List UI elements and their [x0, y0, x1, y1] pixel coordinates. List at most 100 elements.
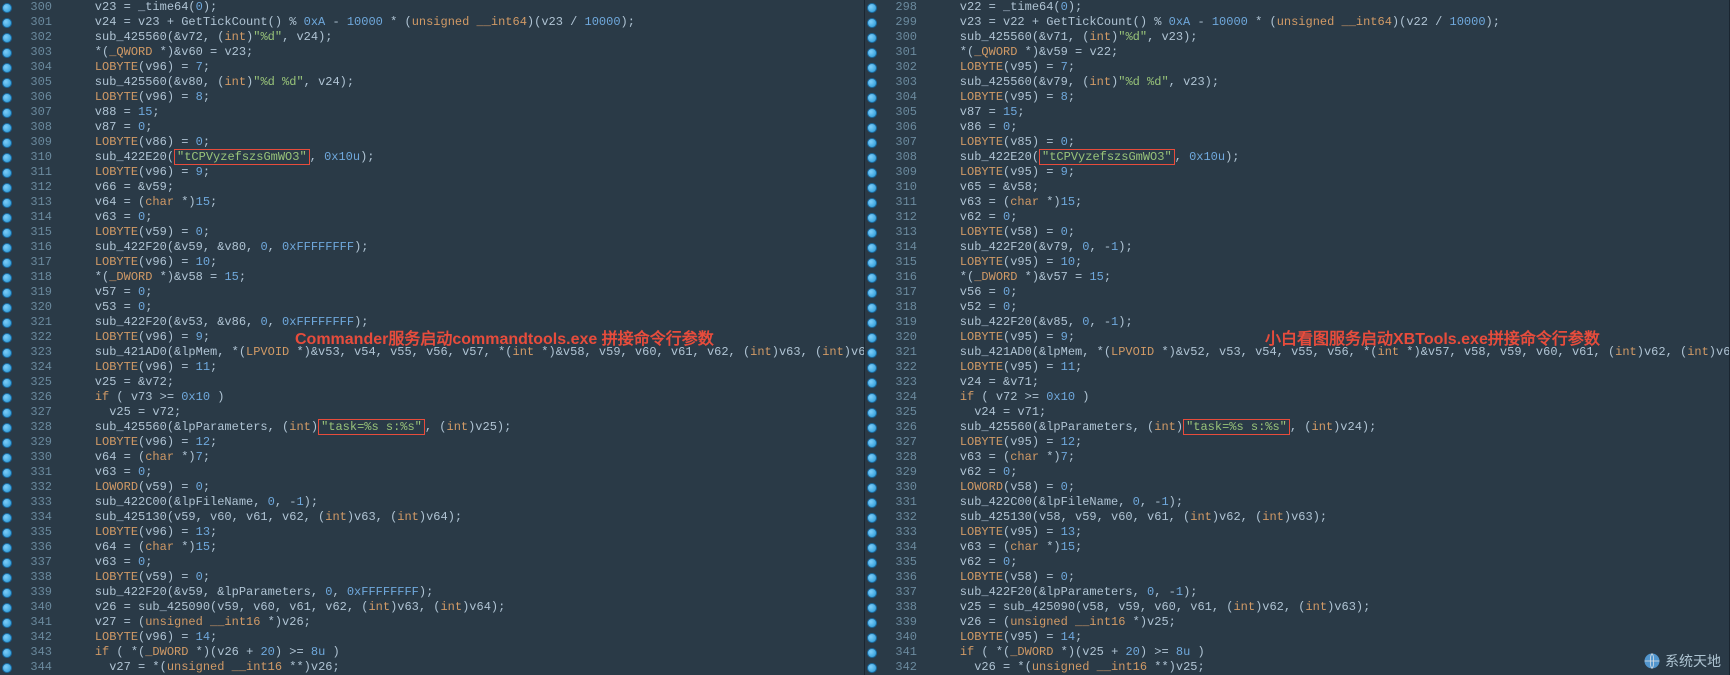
- breakpoint-icon[interactable]: [0, 586, 14, 600]
- code-text[interactable]: if ( v73 >= 0x10 ): [58, 390, 864, 405]
- code-text[interactable]: LOBYTE(v95) = 11;: [923, 360, 1729, 375]
- code-text[interactable]: sub_422F20(&lpParameters, 0, -1);: [923, 585, 1729, 600]
- breakpoint-icon[interactable]: [0, 496, 14, 510]
- breakpoint-icon[interactable]: [865, 316, 879, 330]
- breakpoint-icon[interactable]: [0, 436, 14, 450]
- code-text[interactable]: if ( v72 >= 0x10 ): [923, 390, 1729, 405]
- breakpoint-icon[interactable]: [865, 46, 879, 60]
- code-text[interactable]: LOBYTE(v95) = 9;: [923, 330, 1729, 345]
- code-line[interactable]: 310 sub_422E20("tCPVyzefszsGmWO3", 0x10u…: [0, 150, 864, 165]
- code-text[interactable]: v24 = v71;: [923, 405, 1729, 420]
- breakpoint-icon[interactable]: [0, 451, 14, 465]
- code-line[interactable]: 307 v88 = 15;: [0, 105, 864, 120]
- breakpoint-icon[interactable]: [865, 646, 879, 660]
- code-text[interactable]: *(_QWORD *)&v59 = v22;: [923, 45, 1729, 60]
- code-text[interactable]: v26 = sub_425090(v59, v60, v61, v62, (in…: [58, 600, 864, 615]
- code-line[interactable]: 318 *(_DWORD *)&v58 = 15;: [0, 270, 864, 285]
- breakpoint-icon[interactable]: [865, 601, 879, 615]
- breakpoint-icon[interactable]: [0, 31, 14, 45]
- code-text[interactable]: sub_425560(&v80, (int)"%d %d", v24);: [58, 75, 864, 90]
- code-line[interactable]: 334 sub_425130(v59, v60, v61, v62, (int)…: [0, 510, 864, 525]
- code-text[interactable]: sub_425130(v58, v59, v60, v61, (int)v62,…: [923, 510, 1729, 525]
- code-text[interactable]: LOBYTE(v95) = 8;: [923, 90, 1729, 105]
- code-text[interactable]: v63 = (char *)15;: [923, 195, 1729, 210]
- code-text[interactable]: LOBYTE(v59) = 0;: [58, 225, 864, 240]
- breakpoint-icon[interactable]: [865, 586, 879, 600]
- breakpoint-icon[interactable]: [865, 361, 879, 375]
- code-line[interactable]: 300 v23 = _time64(0);: [0, 0, 864, 15]
- code-line[interactable]: 312 v62 = 0;: [865, 210, 1729, 225]
- breakpoint-icon[interactable]: [865, 1, 879, 15]
- breakpoint-icon[interactable]: [0, 301, 14, 315]
- code-line[interactable]: 336 LOBYTE(v58) = 0;: [865, 570, 1729, 585]
- right-code-pane[interactable]: 298 v22 = _time64(0);299 v23 = v22 + Get…: [865, 0, 1730, 675]
- code-text[interactable]: v24 = v23 + GetTickCount() % 0xA - 10000…: [58, 15, 864, 30]
- code-line[interactable]: 329 v62 = 0;: [865, 465, 1729, 480]
- code-line[interactable]: 322 LOBYTE(v96) = 9;: [0, 330, 864, 345]
- breakpoint-icon[interactable]: [0, 346, 14, 360]
- code-text[interactable]: LOBYTE(v95) = 7;: [923, 60, 1729, 75]
- code-line[interactable]: 327 LOBYTE(v95) = 12;: [865, 435, 1729, 450]
- code-line[interactable]: 313 v64 = (char *)15;: [0, 195, 864, 210]
- breakpoint-icon[interactable]: [0, 316, 14, 330]
- breakpoint-icon[interactable]: [0, 241, 14, 255]
- code-text[interactable]: sub_422E20("tCPVyzefszsGmWO3", 0x10u);: [923, 150, 1729, 165]
- code-line[interactable]: 302 LOBYTE(v95) = 7;: [865, 60, 1729, 75]
- breakpoint-icon[interactable]: [0, 511, 14, 525]
- code-text[interactable]: sub_422E20("tCPVyzefszsGmWO3", 0x10u);: [58, 150, 864, 165]
- code-line[interactable]: 313 LOBYTE(v58) = 0;: [865, 225, 1729, 240]
- code-text[interactable]: sub_422F20(&v59, &v80, 0, 0xFFFFFFFF);: [58, 240, 864, 255]
- breakpoint-icon[interactable]: [0, 571, 14, 585]
- code-line[interactable]: 303 sub_425560(&v79, (int)"%d %d", v23);: [865, 75, 1729, 90]
- code-line[interactable]: 308 sub_422E20("tCPVyzefszsGmWO3", 0x10u…: [865, 150, 1729, 165]
- breakpoint-icon[interactable]: [0, 331, 14, 345]
- breakpoint-icon[interactable]: [865, 256, 879, 270]
- code-text[interactable]: v53 = 0;: [58, 300, 864, 315]
- code-line[interactable]: 329 LOBYTE(v96) = 12;: [0, 435, 864, 450]
- breakpoint-icon[interactable]: [865, 106, 879, 120]
- code-text[interactable]: v86 = 0;: [923, 120, 1729, 135]
- code-line[interactable]: 320 LOBYTE(v95) = 9;: [865, 330, 1729, 345]
- code-text[interactable]: sub_421AD0(&lpMem, *(LPVOID *)&v52, v53,…: [923, 345, 1730, 360]
- code-text[interactable]: v63 = (char *)15;: [923, 540, 1729, 555]
- code-line[interactable]: 316 *(_DWORD *)&v57 = 15;: [865, 270, 1729, 285]
- code-line[interactable]: 331 sub_422C00(&lpFileName, 0, -1);: [865, 495, 1729, 510]
- code-line[interactable]: 332 sub_425130(v58, v59, v60, v61, (int)…: [865, 510, 1729, 525]
- breakpoint-icon[interactable]: [0, 631, 14, 645]
- code-text[interactable]: v23 = _time64(0);: [58, 0, 864, 15]
- code-line[interactable]: 307 LOBYTE(v85) = 0;: [865, 135, 1729, 150]
- code-line[interactable]: 337 sub_422F20(&lpParameters, 0, -1);: [865, 585, 1729, 600]
- code-line[interactable]: 323 v24 = &v71;: [865, 375, 1729, 390]
- code-text[interactable]: LOBYTE(v96) = 11;: [58, 360, 864, 375]
- code-line[interactable]: 309 LOBYTE(v86) = 0;: [0, 135, 864, 150]
- code-line[interactable]: 300 sub_425560(&v71, (int)"%d", v23);: [865, 30, 1729, 45]
- code-line[interactable]: 334 v63 = (char *)15;: [865, 540, 1729, 555]
- code-text[interactable]: LOBYTE(v96) = 13;: [58, 525, 864, 540]
- code-line[interactable]: 306 LOBYTE(v96) = 8;: [0, 90, 864, 105]
- code-line[interactable]: 298 v22 = _time64(0);: [865, 0, 1729, 15]
- breakpoint-icon[interactable]: [865, 211, 879, 225]
- code-line[interactable]: 302 sub_425560(&v72, (int)"%d", v24);: [0, 30, 864, 45]
- code-line[interactable]: 322 LOBYTE(v95) = 11;: [865, 360, 1729, 375]
- code-text[interactable]: LOBYTE(v96) = 8;: [58, 90, 864, 105]
- breakpoint-icon[interactable]: [865, 406, 879, 420]
- breakpoint-icon[interactable]: [865, 436, 879, 450]
- code-text[interactable]: LOBYTE(v95) = 13;: [923, 525, 1729, 540]
- breakpoint-icon[interactable]: [865, 241, 879, 255]
- code-line[interactable]: 314 v63 = 0;: [0, 210, 864, 225]
- code-text[interactable]: v23 = v22 + GetTickCount() % 0xA - 10000…: [923, 15, 1729, 30]
- code-line[interactable]: 344 v27 = *(unsigned __int16 **)v26;: [0, 660, 864, 675]
- breakpoint-icon[interactable]: [865, 76, 879, 90]
- breakpoint-icon[interactable]: [0, 361, 14, 375]
- code-text[interactable]: v57 = 0;: [58, 285, 864, 300]
- code-text[interactable]: v27 = *(unsigned __int16 **)v26;: [58, 660, 864, 675]
- code-text[interactable]: v62 = 0;: [923, 555, 1729, 570]
- breakpoint-icon[interactable]: [865, 346, 879, 360]
- breakpoint-icon[interactable]: [865, 226, 879, 240]
- code-line[interactable]: 305 sub_425560(&v80, (int)"%d %d", v24);: [0, 75, 864, 90]
- code-line[interactable]: 328 sub_425560(&lpParameters, (int)"task…: [0, 420, 864, 435]
- breakpoint-icon[interactable]: [0, 46, 14, 60]
- code-text[interactable]: v63 = 0;: [58, 555, 864, 570]
- breakpoint-icon[interactable]: [865, 451, 879, 465]
- code-text[interactable]: LOBYTE(v96) = 14;: [58, 630, 864, 645]
